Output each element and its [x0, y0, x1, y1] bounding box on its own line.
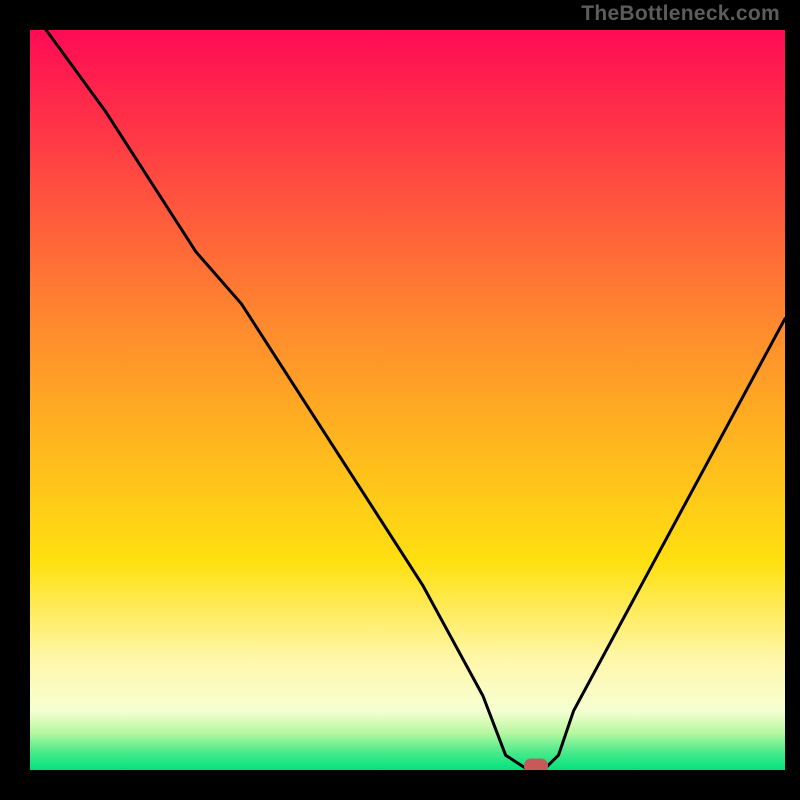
chart-container: TheBottleneck.com [0, 0, 800, 800]
bottleneck-curve [30, 30, 785, 770]
optimal-marker-icon [524, 759, 548, 771]
watermark-text: TheBottleneck.com [581, 2, 780, 26]
plot-area [30, 30, 785, 770]
